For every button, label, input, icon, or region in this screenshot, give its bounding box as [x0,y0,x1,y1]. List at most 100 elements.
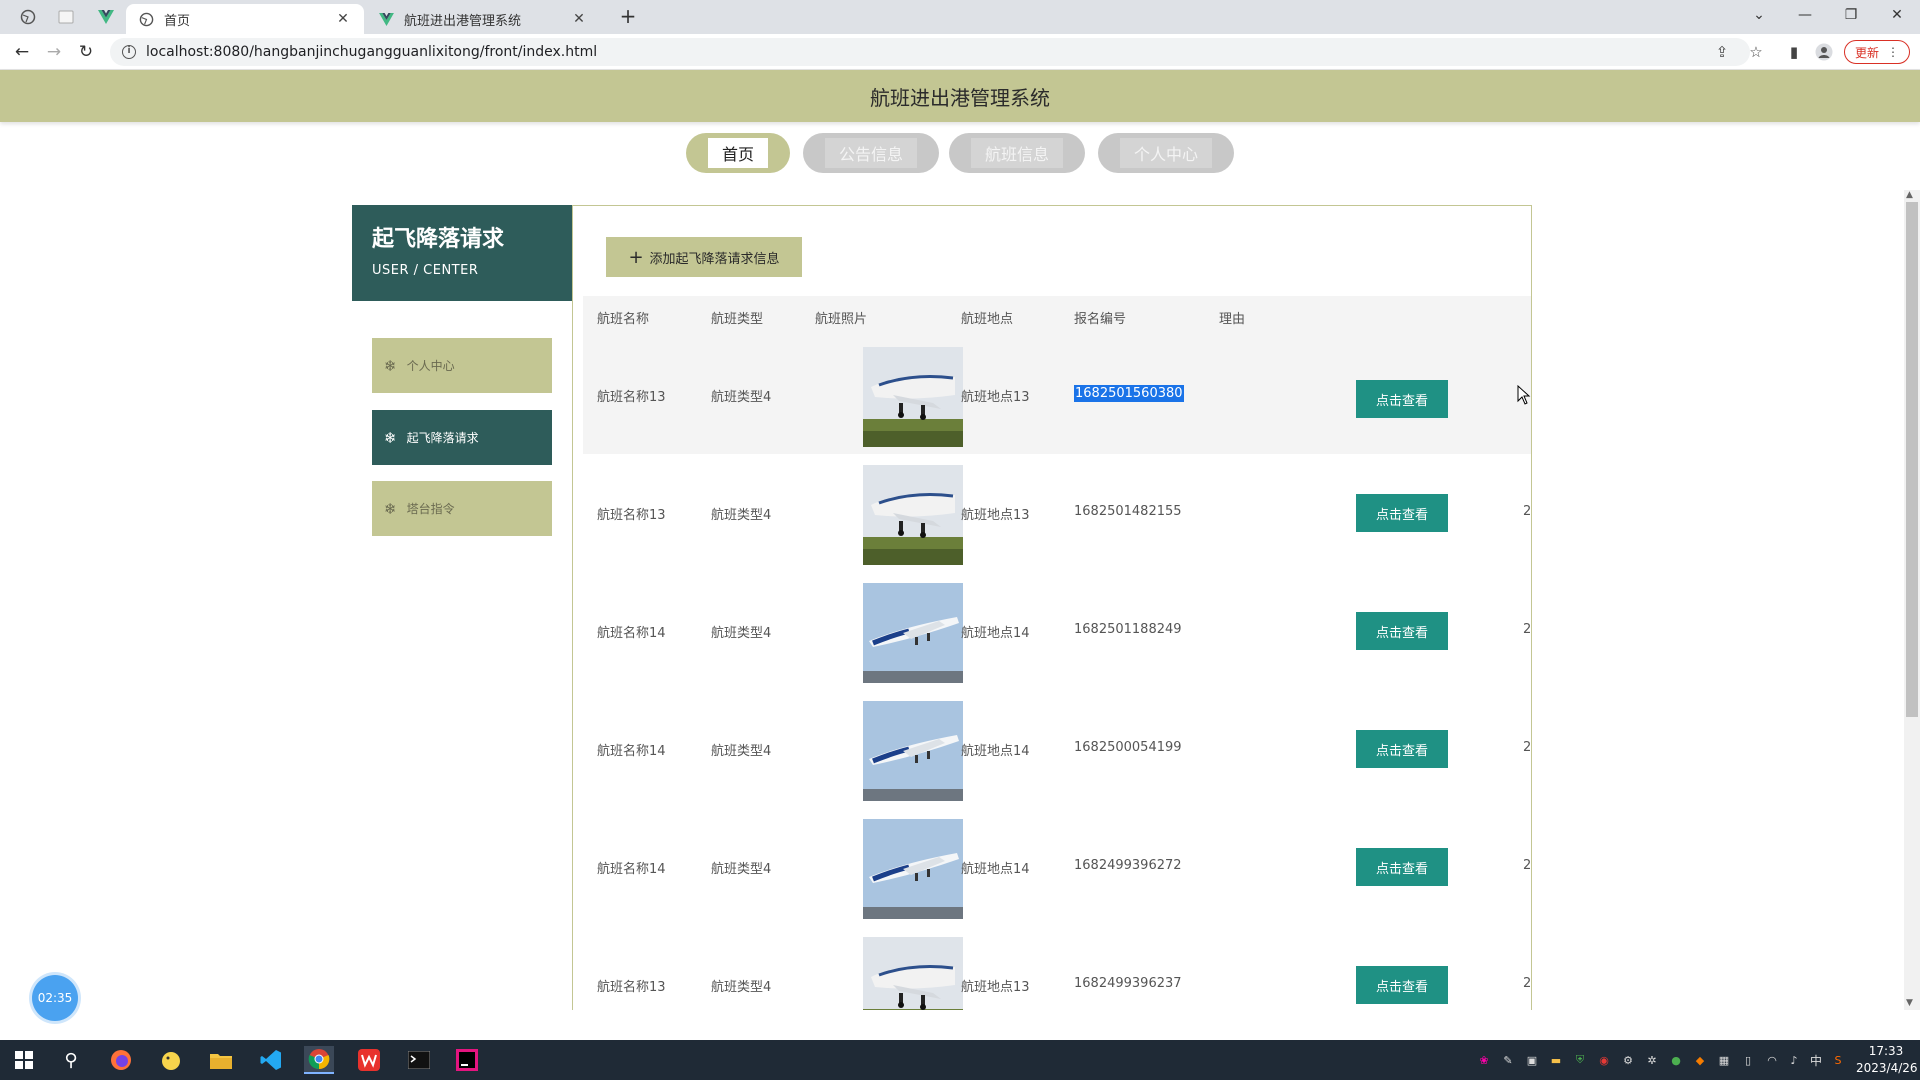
view-reason-button[interactable]: 点击查看 [1356,380,1448,418]
timer-text: 02:35 [37,991,73,1005]
share-icon[interactable]: ⇪ [1712,42,1732,62]
mouse-cursor-icon [1517,384,1531,409]
terminal-icon[interactable] [404,1046,434,1074]
tab-search-chevron-icon[interactable]: ⌄ [1736,0,1782,30]
site-info-icon[interactable]: i [122,45,136,59]
pinned-tab-page-icon[interactable] [52,6,80,28]
table-row[interactable]: 航班名称13 航班类型4 航班地点13 1682499396237 点击查看 2 [583,926,1531,1010]
tab-close-icon[interactable]: ✕ [570,11,588,27]
table-row[interactable]: 航班名称14 航班类型4 航班地点14 1682500054199 点击查看 2 [583,690,1531,808]
close-window-icon[interactable]: ✕ [1874,0,1920,30]
cell-flight-type: 航班类型4 [711,508,772,523]
clock-date: 2023/4/26 [1856,1061,1918,1075]
restore-icon[interactable]: ❐ [1828,0,1874,30]
snowflake-icon: ❄ [384,499,397,518]
pinned-tab-globe-icon[interactable] [14,6,42,28]
nav-user-center[interactable]: 个人中心 [1098,133,1234,173]
scrollbar-thumb[interactable] [1906,202,1918,717]
flight-photo [863,819,963,919]
more-menu-icon: ⋮ [1887,45,1899,59]
col-header: 航班名称 [597,312,650,327]
cell-flight-place: 航班地点14 [961,862,1030,877]
ime-indicator[interactable]: 中 [1808,1052,1824,1068]
new-tab-icon[interactable]: + [616,6,640,28]
cell-flight-place: 航班地点13 [961,508,1030,523]
chrome-icon[interactable] [304,1046,334,1074]
table-row[interactable]: 航班名称14 航班类型4 航班地点14 1682501188249 点击查看 2 [583,572,1531,690]
view-label: 点击查看 [1375,861,1428,877]
menu-label: 起飞降落请求 [406,431,479,445]
cell-flight-type: 航班类型4 [711,390,772,405]
tray-app-icon[interactable]: ❀ [1476,1052,1492,1068]
tab-title: 首页 [164,13,191,29]
flight-photo [863,465,963,565]
wps-icon[interactable] [354,1046,384,1074]
profile-avatar-icon[interactable] [1814,42,1834,62]
table-header: 航班名称 航班类型 航班照片 航班地点 报名编号 理由 航 [583,296,1531,336]
back-icon[interactable]: ← [10,40,34,64]
taskbar-clock[interactable]: 17:33 2023/4/26 [1856,1043,1918,1077]
clock-time: 17:33 [1868,1044,1904,1058]
table-row[interactable]: 航班名称13 航班类型4 航班地点13 1682501482155 点击查看 2 [583,454,1531,572]
scroll-down-icon[interactable]: ▼ [1906,998,1913,1008]
table-row[interactable]: 航班名称14 航班类型4 航班地点14 1682499396272 点击查看 2 [583,808,1531,926]
floating-timer[interactable]: 02:35 [32,975,78,1021]
reload-icon[interactable]: ↻ [74,40,98,64]
flight-photo [863,583,963,683]
file-explorer-icon[interactable] [206,1046,236,1074]
view-reason-button[interactable]: 点击查看 [1356,730,1448,768]
tab-home[interactable]: 首页 ✕ [126,4,364,34]
bookmark-star-icon[interactable]: ☆ [1746,42,1766,62]
tray-app-icon[interactable]: ◆ [1692,1052,1708,1068]
tray-app-icon[interactable]: ▦ [1716,1052,1732,1068]
firefox-icon[interactable] [106,1046,136,1074]
col-header: 航班类型 [711,312,764,327]
view-label: 点击查看 [1375,625,1428,641]
chick-app-icon[interactable] [156,1046,186,1074]
intellij-icon[interactable] [452,1046,482,1074]
update-button[interactable]: 更新 ⋮ [1844,40,1910,64]
tab-system[interactable]: 航班进出港管理系统 ✕ [366,4,600,34]
cell-registration-number: 1682499396237 [1074,976,1182,991]
view-reason-button[interactable]: 点击查看 [1356,966,1448,1004]
usb-icon[interactable]: ▯ [1740,1052,1756,1068]
vue-icon [378,11,394,27]
sogou-ime-icon[interactable]: S [1830,1052,1846,1068]
menu-item-takeoff-landing[interactable]: ❄ 起飞降落请求 [372,410,552,465]
tab-close-icon[interactable]: ✕ [334,11,352,27]
add-label: 添加起飞降落请求信息 [649,251,780,267]
cell-flight-name: 航班名称14 [597,626,666,641]
address-bar[interactable]: i localhost:8080/hangbanjinchugangguanli… [110,38,1750,66]
add-request-button[interactable]: + 添加起飞降落请求信息 [606,237,802,277]
scroll-up-icon[interactable]: ▲ [1906,190,1913,200]
windows-start-icon[interactable] [9,1046,39,1074]
search-icon[interactable]: ⚲ [56,1046,86,1074]
nav-notices[interactable]: 公告信息 [803,133,939,173]
view-reason-button[interactable]: 点击查看 [1356,494,1448,532]
menu-item-user-center[interactable]: ❄ 个人中心 [372,338,552,393]
forward-icon[interactable]: → [42,40,66,64]
view-reason-button[interactable]: 点击查看 [1356,612,1448,650]
tray-app-icon[interactable]: ⚙ [1620,1052,1636,1068]
sidepanel-icon[interactable]: ▮ [1784,42,1804,62]
tray-app-icon[interactable]: ✎ [1500,1052,1516,1068]
view-reason-button[interactable]: 点击查看 [1356,848,1448,886]
tray-shield-icon[interactable]: ⛨ [1572,1052,1588,1068]
wechat-icon[interactable]: ● [1668,1052,1684,1068]
tray-app-icon[interactable]: ▬ [1548,1052,1564,1068]
nav-flights[interactable]: 航班信息 [949,133,1085,173]
snowflake-icon: ❄ [384,428,397,447]
menu-item-tower-commands[interactable]: ❄ 塔台指令 [372,481,552,536]
vscode-icon[interactable] [256,1046,286,1074]
tray-app-icon[interactable]: ▣ [1524,1052,1540,1068]
tray-app-icon[interactable]: ◉ [1596,1052,1612,1068]
volume-icon[interactable]: ♪ [1786,1052,1802,1068]
minimize-icon[interactable]: — [1782,0,1828,30]
tray-app-icon[interactable]: ✲ [1644,1052,1660,1068]
view-label: 点击查看 [1375,743,1428,759]
wifi-icon[interactable]: ◠ [1764,1052,1780,1068]
nav-home[interactable]: 首页 [686,133,790,173]
content-area: + 添加起飞降落请求信息 航班名称 航班类型 航班照片 航班地点 报名编号 理由… [572,205,1532,1010]
table-row[interactable]: 航班名称13 航班类型4 航班地点13 1682501560380 点击查看 [583,336,1531,454]
pinned-tab-vue-icon[interactable] [92,6,120,28]
